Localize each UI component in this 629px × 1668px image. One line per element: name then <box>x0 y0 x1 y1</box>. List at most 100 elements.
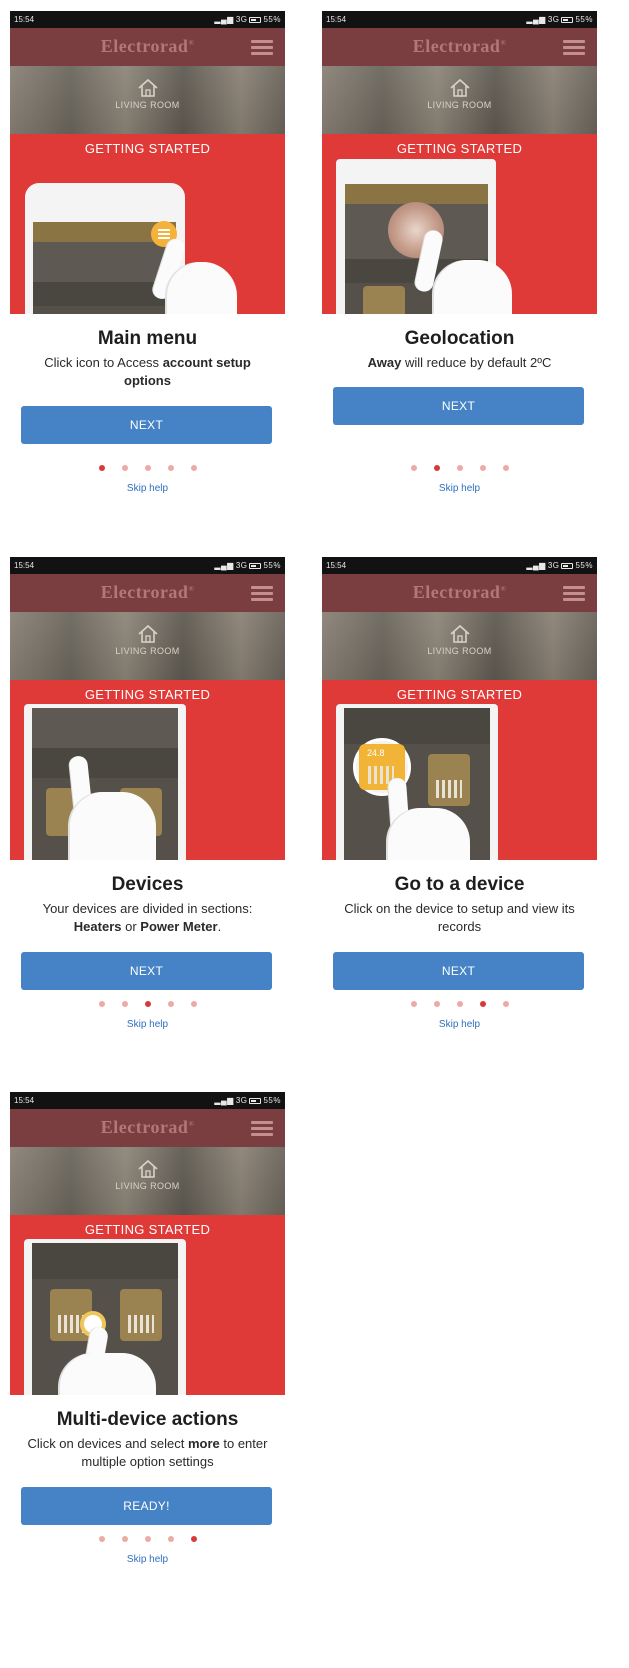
getting-started-title: GETTING STARTED <box>84 687 211 702</box>
battery-icon <box>249 562 262 569</box>
page-dot[interactable] <box>502 465 509 471</box>
page-dot[interactable] <box>98 1536 105 1542</box>
getting-started-title: GETTING STARTED <box>84 1222 211 1237</box>
page-dot[interactable] <box>121 1536 128 1542</box>
getting-started-title: GETTING STARTED <box>396 141 523 156</box>
tutorial-illustration: GETTING STARTED <box>10 1215 285 1395</box>
device-temperature: 24.8 <box>367 748 385 758</box>
page-dot[interactable] <box>433 465 440 471</box>
status-time: 15:54 <box>14 561 35 570</box>
step-title: Multi-device actions <box>56 1409 239 1430</box>
page-dot[interactable] <box>479 1001 486 1007</box>
status-time: 15:54 <box>326 561 347 570</box>
page-dot[interactable] <box>190 465 197 471</box>
battery-icon <box>561 562 574 569</box>
tutorial-illustration: GETTING STARTED 24.8 <box>322 680 597 860</box>
page-dot[interactable] <box>456 465 463 471</box>
step-title: Geolocation <box>404 328 515 349</box>
status-bar: 15:54 ▂▄▆ 3G 55% <box>10 11 285 28</box>
home-icon <box>137 78 158 97</box>
home-icon <box>449 78 470 97</box>
page-indicator <box>10 1001 285 1007</box>
hamburger-menu-icon[interactable] <box>251 586 273 601</box>
page-dot[interactable] <box>144 1536 151 1542</box>
tutorial-illustration: GETTING STARTED <box>10 680 285 860</box>
battery-icon <box>249 16 262 23</box>
step-description: Your devices are divided in sections: He… <box>42 901 253 934</box>
hamburger-menu-icon[interactable] <box>251 1121 273 1136</box>
skip-help-link[interactable]: Skip help <box>322 483 597 494</box>
status-bar: 15:54 ▂▄▆ 3G 55% <box>322 557 597 574</box>
app-header: Electrorad® <box>10 28 285 66</box>
room-name: LIVING ROOM <box>427 646 492 656</box>
page-dot[interactable] <box>190 1536 197 1542</box>
ready-button[interactable]: READY! <box>21 1487 272 1525</box>
page-dot[interactable] <box>121 465 128 471</box>
brand-logo: Electrorad® <box>100 582 195 602</box>
page-dot[interactable] <box>167 1536 174 1542</box>
room-name: LIVING ROOM <box>115 100 180 110</box>
getting-started-title: GETTING STARTED <box>396 687 523 702</box>
room-hero: LIVING ROOM <box>10 1147 285 1215</box>
page-dot[interactable] <box>121 1001 128 1007</box>
page-dot[interactable] <box>479 465 486 471</box>
brand-logo: Electrorad® <box>100 1117 195 1137</box>
signal-icon: ▂▄▆ <box>526 561 546 570</box>
page-dot[interactable] <box>144 1001 151 1007</box>
app-header: Electrorad® <box>322 28 597 66</box>
page-dot[interactable] <box>98 465 105 471</box>
step-description: Click on devices and select more to ente… <box>27 1436 268 1469</box>
page-dot[interactable] <box>98 1001 105 1007</box>
skip-help-link[interactable]: Skip help <box>10 1019 285 1030</box>
brand-logo: Electrorad® <box>412 582 507 602</box>
step-title: Main menu <box>97 328 198 349</box>
brand-logo: Electrorad® <box>412 36 507 56</box>
page-indicator <box>322 1001 597 1007</box>
page-indicator <box>10 465 285 471</box>
page-dot[interactable] <box>167 465 174 471</box>
skip-help-link[interactable]: Skip help <box>10 483 285 494</box>
signal-icon: ▂▄▆ <box>214 561 234 570</box>
brand-logo: Electrorad® <box>100 36 195 56</box>
hamburger-menu-icon[interactable] <box>563 40 585 55</box>
next-button[interactable]: NEXT <box>21 952 272 990</box>
next-button[interactable]: NEXT <box>21 406 272 444</box>
page-dot[interactable] <box>167 1001 174 1007</box>
page-dot[interactable] <box>456 1001 463 1007</box>
room-name: LIVING ROOM <box>427 100 492 110</box>
room-hero: LIVING ROOM <box>10 66 285 134</box>
hamburger-menu-icon[interactable] <box>563 586 585 601</box>
room-name: LIVING ROOM <box>115 646 180 656</box>
skip-help-link[interactable]: Skip help <box>322 1019 597 1030</box>
network-label: 3G <box>235 15 248 24</box>
battery-level: 55% <box>263 1096 281 1105</box>
page-dot[interactable] <box>410 1001 417 1007</box>
tutorial-screen-main-menu: 15:54 ▂▄▆ 3G 55% Electrorad® LIVING ROOM… <box>10 11 285 499</box>
signal-icon: ▂▄▆ <box>214 15 234 24</box>
battery-level: 55% <box>263 561 281 570</box>
step-title: Devices <box>111 874 184 895</box>
app-header: Electrorad® <box>10 1109 285 1147</box>
tutorial-screen-geolocation: 15:54 ▂▄▆ 3G 55% Electrorad® LIVING ROOM… <box>322 11 597 499</box>
page-dot[interactable] <box>190 1001 197 1007</box>
network-label: 3G <box>547 561 560 570</box>
room-hero: LIVING ROOM <box>10 612 285 680</box>
skip-help-link[interactable]: Skip help <box>10 1554 285 1565</box>
app-header: Electrorad® <box>322 574 597 612</box>
page-dot[interactable] <box>410 465 417 471</box>
home-icon <box>137 624 158 643</box>
step-description: Away will reduce by default 2ºC <box>367 355 552 370</box>
network-label: 3G <box>235 1096 248 1105</box>
page-dot[interactable] <box>502 1001 509 1007</box>
hamburger-menu-icon[interactable] <box>251 40 273 55</box>
battery-level: 55% <box>263 15 281 24</box>
next-button[interactable]: NEXT <box>333 952 584 990</box>
battery-level: 55% <box>575 561 593 570</box>
next-button[interactable]: NEXT <box>333 387 584 425</box>
status-time: 15:54 <box>14 15 35 24</box>
page-dot[interactable] <box>433 1001 440 1007</box>
room-name: LIVING ROOM <box>115 1181 180 1191</box>
battery-icon <box>249 1097 262 1104</box>
page-dot[interactable] <box>144 465 151 471</box>
tutorial-illustration: GETTING STARTED <box>322 134 597 314</box>
